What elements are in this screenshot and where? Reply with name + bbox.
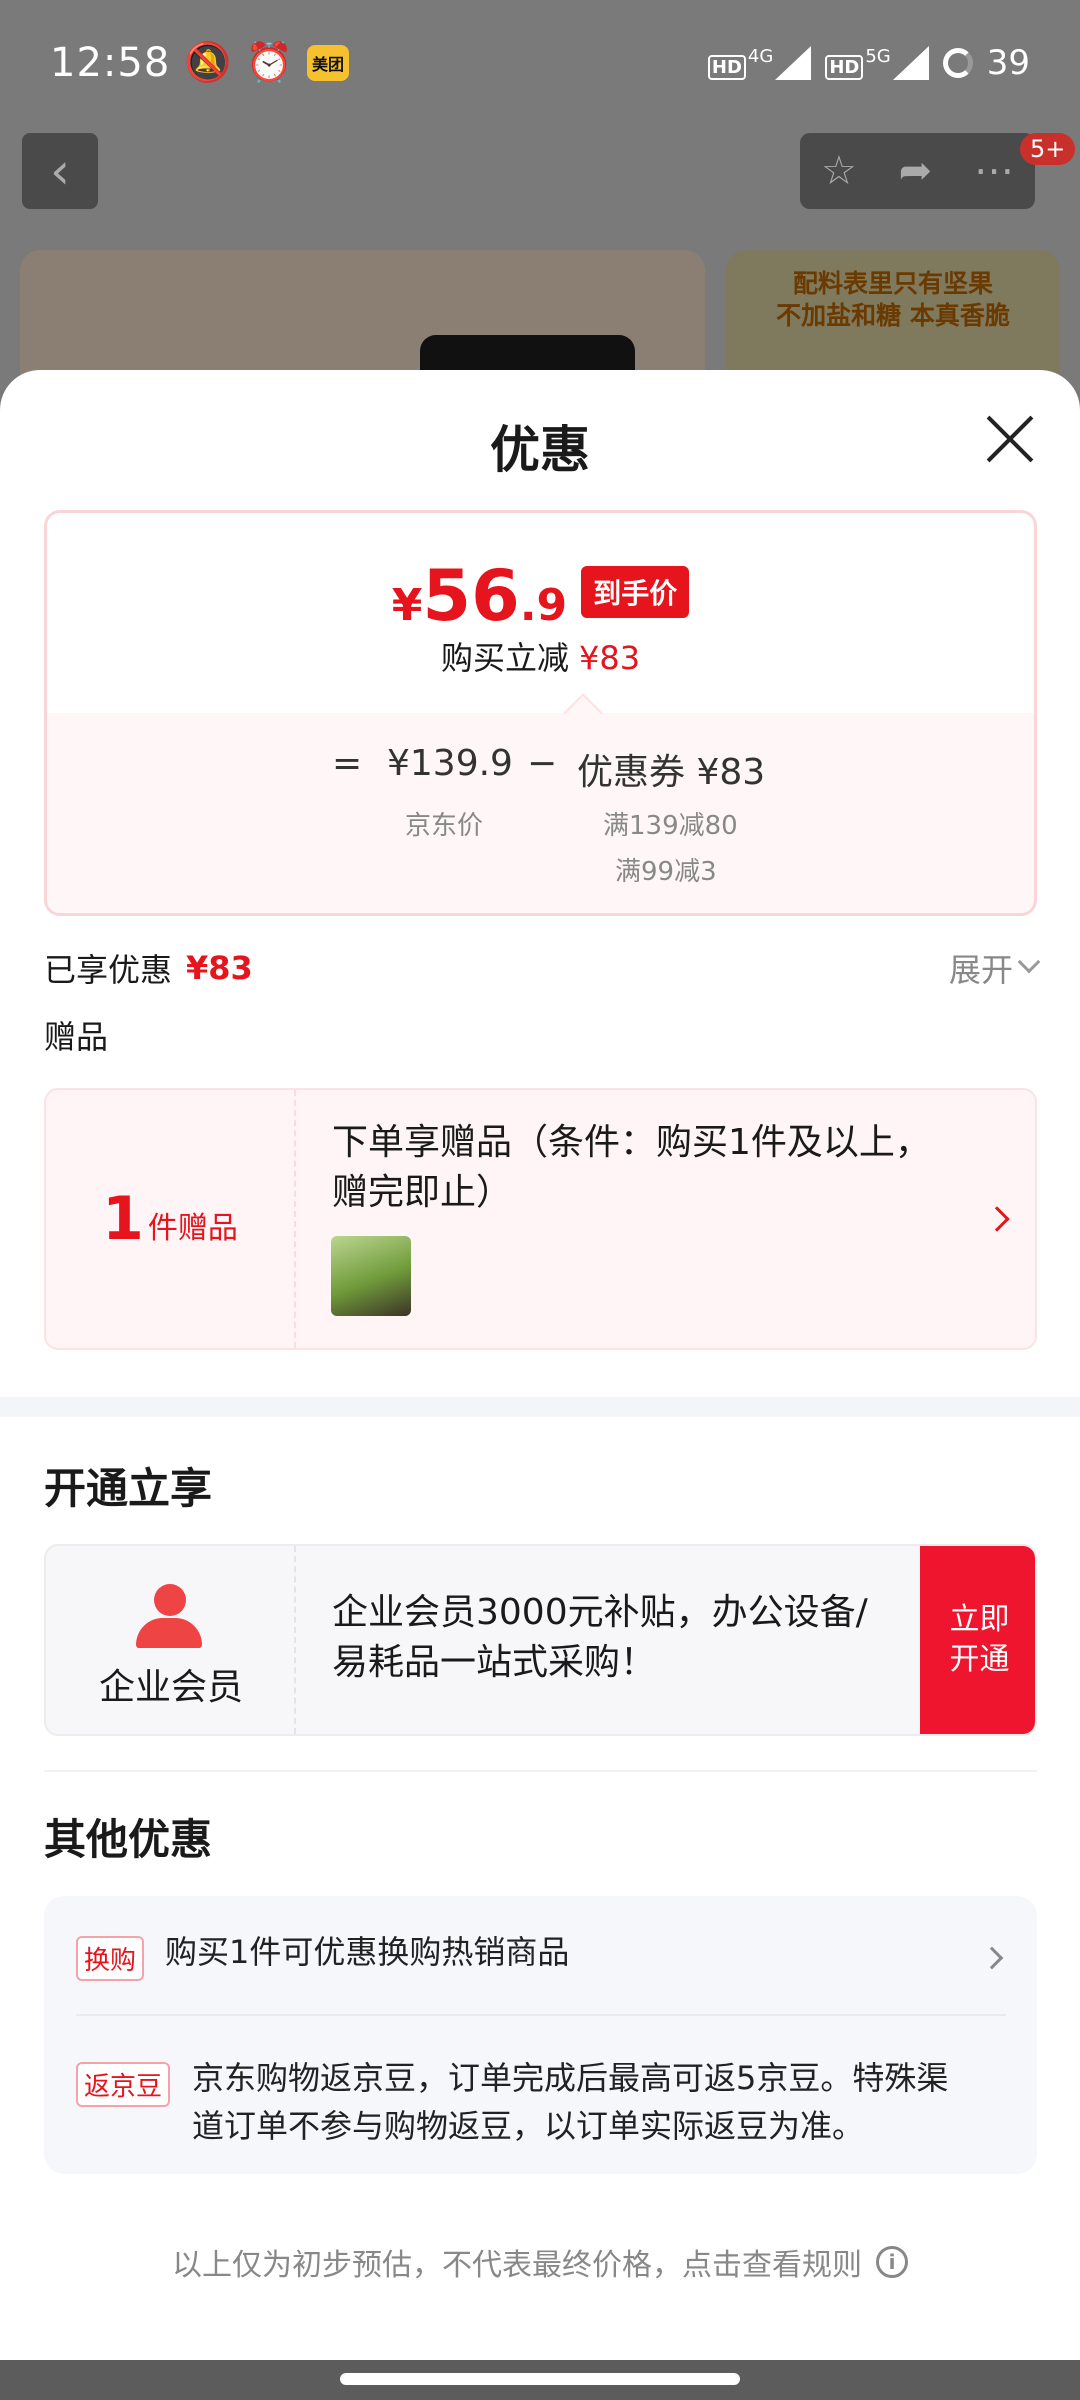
alarm-icon: ⏰ <box>245 40 293 84</box>
price-breakdown: = ¥139.9 − 优惠券 ¥83 京东价 满139减80 满99减3 <box>47 713 1034 913</box>
gift-section-label: 赠品 <box>44 1018 109 1056</box>
gift-count: 1 件赠品 <box>46 1090 296 1348</box>
member-description: 企业会员3000元补贴，办公设备/易耗品一站式采购！ <box>332 1592 868 1683</box>
final-price-integer: 56 <box>422 555 520 637</box>
final-price: ¥ 56 .9 到手价 <box>47 555 1034 637</box>
offer-tag: 返京豆 <box>76 2062 171 2107</box>
member-card: 企业会员 企业会员3000元补贴，办公设备/易耗品一站式采购！ 立即 开通 <box>44 1544 1037 1736</box>
coupon-amount: 优惠券 ¥83 <box>577 752 766 793</box>
expand-button[interactable]: 展开 <box>949 945 1041 991</box>
divider <box>44 1770 1037 1772</box>
jd-price: ¥139.9 <box>387 743 513 784</box>
status-time: 12:58 <box>50 39 171 86</box>
signal-2-icon: HD 5G <box>825 45 929 80</box>
offer-text: 京东购物返京豆，订单完成后最高可返5京豆。特殊渠道订单不参与购物返豆，以订单实际… <box>192 2059 949 2145</box>
more-icon[interactable]: ⋯ <box>974 148 1014 194</box>
mute-icon: 🔕 <box>184 40 232 84</box>
battery-level: 39 <box>986 42 1030 83</box>
jd-price-label: 京东价 <box>405 811 484 841</box>
favorite-icon[interactable]: ☆ <box>821 148 857 194</box>
price-card: ¥ 56 .9 到手价 购买立减 ¥83 = ¥139.9 − 优惠券 ¥83 京… <box>44 510 1037 916</box>
chevron-down-icon <box>1017 950 1041 974</box>
meituan-app-icon: 美团 <box>306 44 349 81</box>
status-bar: 12:58 🔕 ⏰ 美团 HD 4G HD 5G 39 <box>0 0 1080 125</box>
close-icon[interactable] <box>985 415 1035 465</box>
chevron-right-icon <box>984 1206 1010 1232</box>
section-divider <box>0 1397 1080 1417</box>
equals-sign: = <box>332 743 363 784</box>
enjoyed-discount-row: 已享优惠 ¥83 展开 <box>44 945 1041 991</box>
divider <box>76 2014 1006 2016</box>
chevron-right-icon <box>980 1946 1004 1970</box>
promo-banner-line2: 不加盐和糖 本真香脆 <box>776 301 1010 330</box>
home-indicator[interactable] <box>340 2373 740 2385</box>
message-badge: 5+ <box>1020 133 1076 165</box>
enjoyed-value: ¥83 <box>186 949 253 987</box>
enjoyed-label: 已享优惠 <box>44 951 173 989</box>
sheet-title: 优惠 <box>490 421 590 479</box>
battery-icon <box>942 47 973 78</box>
gift-description: 下单享赠品（条件：购买1件及以上，赠完即止） <box>332 1122 931 1213</box>
gift-card[interactable]: 1 件赠品 下单享赠品（条件：购买1件及以上，赠完即止） <box>44 1088 1037 1350</box>
final-price-tag: 到手价 <box>581 566 690 618</box>
disclaimer-link[interactable]: 以上仅为初步预估，不代表最终价格，点击查看规则 i <box>0 2240 1080 2284</box>
other-offers-title: 其他优惠 <box>44 1815 213 1864</box>
purchase-reduction: 购买立减 ¥83 <box>440 639 641 677</box>
member-name: 企业会员 <box>98 1667 243 1708</box>
share-icon[interactable]: ➦ <box>899 148 933 194</box>
gift-thumbnail <box>331 1236 411 1316</box>
open-benefits-title: 开通立享 <box>44 1464 213 1513</box>
minus-sign: − <box>527 743 558 784</box>
promo-banner-line1: 配料表里只有坚果 <box>792 269 993 298</box>
coupon-rule-1: 满139减80 <box>603 811 738 841</box>
member-person-icon <box>136 1584 202 1648</box>
back-button[interactable]: ‹ <box>22 133 98 209</box>
final-price-decimal: .9 <box>519 580 568 631</box>
top-actions-group: ☆ ➦ ⋯ <box>800 133 1035 209</box>
other-offers-card: 换购 购买1件可优惠换购热销商品 返京豆 京东购物返京豆，订单完成后最高可返5京… <box>44 1896 1037 2174</box>
offer-text: 购买1件可优惠换购热销商品 <box>165 1933 570 1971</box>
info-icon: i <box>876 2246 908 2278</box>
coupon-rule-2: 满99减3 <box>615 857 717 887</box>
signal-1-icon: HD 4G <box>707 45 812 80</box>
discount-sheet: 优惠 ¥ 56 .9 到手价 购买立减 ¥83 = ¥139.9 − 优惠券 ¥8… <box>0 370 1080 2360</box>
open-now-button[interactable]: 立即 开通 <box>920 1546 1035 1734</box>
offer-tag: 换购 <box>76 1936 145 1981</box>
